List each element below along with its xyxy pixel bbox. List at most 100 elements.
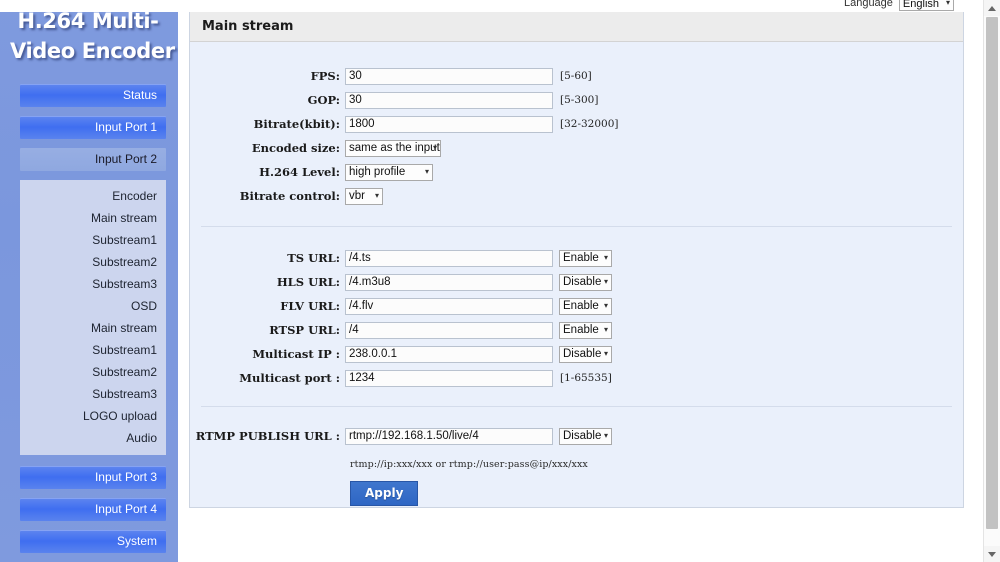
ts-url-label: TS URL: xyxy=(287,251,340,265)
sidebar-item-system[interactable]: System xyxy=(20,530,166,553)
chevron-down-icon: ▾ xyxy=(603,431,608,440)
ts-url-state-select[interactable]: Enable ▾ xyxy=(559,249,612,267)
sidebar-subitem-substream3-b[interactable]: Substream3 xyxy=(20,383,166,405)
flv-url-state-select[interactable]: Enable ▾ xyxy=(559,297,612,315)
rtmp-format-note: rtmp://ip:xxx/xxx or rtmp://user:pass@ip… xyxy=(350,459,588,470)
sidebar-subitem-audio[interactable]: Audio xyxy=(20,427,166,449)
sidebar-subitem-main-stream-2[interactable]: Main stream xyxy=(20,317,166,339)
gop-input[interactable] xyxy=(345,91,553,109)
multicast-port-row: Multicast port : [1-65535] xyxy=(190,366,963,390)
fps-row: FPS: [5-60] xyxy=(190,64,963,88)
chevron-down-icon: ▾ xyxy=(603,349,608,358)
sidebar-item-input-port-4[interactable]: Input Port 4 xyxy=(20,498,166,521)
rtmp-state-value: Disable xyxy=(563,429,602,442)
h264-level-value: high profile xyxy=(349,165,406,178)
multicast-port-label: Multicast port : xyxy=(239,371,340,385)
sidebar-item-input-port-1[interactable]: Input Port 1 xyxy=(20,116,166,139)
bitrate-label: Bitrate(kbit): xyxy=(253,117,340,131)
sidebar-item-input-port-2[interactable]: Input Port 2 xyxy=(20,148,166,171)
page-scrollbar[interactable] xyxy=(983,0,1000,562)
bitrate-range-hint: [32-32000] xyxy=(560,118,619,130)
bitrate-control-label: Bitrate control: xyxy=(239,189,340,203)
arrow-up-icon xyxy=(988,5,996,11)
rtmp-url-row: RTMP PUBLISH URL : Disable ▾ xyxy=(190,424,963,448)
panel-header: Main stream xyxy=(190,11,963,42)
panel-body: FPS: [5-60] GOP: [5-300] Bitrate(kbit): … xyxy=(190,42,963,516)
language-bar: Language English ▾ xyxy=(0,0,976,12)
encoding-settings-group: FPS: [5-60] GOP: [5-300] Bitrate(kbit): … xyxy=(190,42,963,226)
rtmp-state-select[interactable]: Disable ▾ xyxy=(559,427,612,445)
language-select-value: English xyxy=(902,0,939,10)
bitrate-control-row: Bitrate control: vbr ▾ xyxy=(190,184,963,208)
fps-label: FPS: xyxy=(310,69,340,83)
sidebar-subitem-substream1-a[interactable]: Substream1 xyxy=(20,229,166,251)
gop-row: GOP: [5-300] xyxy=(190,88,963,112)
multicast-ip-state-select[interactable]: Disable ▾ xyxy=(559,345,612,363)
encoded-size-label: Encoded size: xyxy=(251,141,340,155)
multicast-ip-input[interactable] xyxy=(345,345,553,363)
brand-line-2: Video Encoder xyxy=(10,39,175,63)
ts-url-row: TS URL: Enable ▾ xyxy=(190,246,963,270)
multicast-ip-state-value: Disable xyxy=(563,347,602,360)
language-select[interactable]: English ▾ xyxy=(898,0,954,11)
sidebar-subitem-osd[interactable]: OSD xyxy=(20,295,166,317)
chevron-down-icon: ▾ xyxy=(945,0,950,7)
sidebar-subitem-substream3-a[interactable]: Substream3 xyxy=(20,273,166,295)
sidebar-subitem-substream1-b[interactable]: Substream1 xyxy=(20,339,166,361)
stream-urls-group: TS URL: Enable ▾ HLS URL: Disable ▾ xyxy=(190,227,963,406)
apply-button[interactable]: Apply xyxy=(350,481,419,506)
hls-url-state-select[interactable]: Disable ▾ xyxy=(559,273,612,291)
page-title: Main stream xyxy=(202,18,294,34)
sidebar-submenu: Encoder Main stream Substream1 Substream… xyxy=(20,180,166,455)
sidebar-subitem-substream2-b[interactable]: Substream2 xyxy=(20,361,166,383)
arrow-down-icon xyxy=(988,551,996,557)
h264-level-select[interactable]: high profile ▾ xyxy=(345,163,433,181)
encoded-size-value: same as the input xyxy=(349,141,440,154)
h264-level-row: H.264 Level: high profile ▾ xyxy=(190,160,963,184)
rtmp-url-input[interactable] xyxy=(345,427,553,445)
rtsp-url-state-select[interactable]: Enable ▾ xyxy=(559,321,612,339)
bitrate-input[interactable] xyxy=(345,115,553,133)
scroll-down-button[interactable] xyxy=(984,546,1000,562)
hls-url-input[interactable] xyxy=(345,273,553,291)
chevron-down-icon: ▾ xyxy=(603,253,608,262)
ts-url-state-value: Enable xyxy=(563,251,599,264)
fps-input[interactable] xyxy=(345,67,553,85)
rtsp-url-input[interactable] xyxy=(345,321,553,339)
hls-url-state-value: Disable xyxy=(563,275,602,288)
gop-range-hint: [5-300] xyxy=(560,94,599,106)
sidebar-subitem-main-stream-1[interactable]: Main stream xyxy=(20,207,166,229)
sidebar-item-status[interactable]: Status xyxy=(20,84,166,107)
encoded-size-select[interactable]: same as the input ▾ xyxy=(345,139,441,157)
sidebar-subitem-encoder[interactable]: Encoder xyxy=(20,185,166,207)
bitrate-row: Bitrate(kbit): [32-32000] xyxy=(190,112,963,136)
sidebar-item-input-port-3[interactable]: Input Port 3 xyxy=(20,466,166,489)
hls-url-label: HLS URL: xyxy=(276,275,340,289)
chevron-down-icon: ▾ xyxy=(432,143,437,152)
scroll-up-button[interactable] xyxy=(984,0,1000,16)
sidebar-subitem-logo-upload[interactable]: LOGO upload xyxy=(20,405,166,427)
encoded-size-row: Encoded size: same as the input ▾ xyxy=(190,136,963,160)
ts-url-input[interactable] xyxy=(345,249,553,267)
flv-url-row: FLV URL: Enable ▾ xyxy=(190,294,963,318)
rtsp-url-label: RTSP URL: xyxy=(269,323,340,337)
scrollbar-thumb[interactable] xyxy=(986,17,998,529)
h264-level-label: H.264 Level: xyxy=(259,165,340,179)
chevron-down-icon: ▾ xyxy=(603,325,608,334)
hls-url-row: HLS URL: Disable ▾ xyxy=(190,270,963,294)
flv-url-input[interactable] xyxy=(345,297,553,315)
main-stream-panel: Main stream FPS: [5-60] GOP: [5-300] Bit… xyxy=(189,10,964,508)
gop-label: GOP: xyxy=(307,93,340,107)
language-label: Language xyxy=(843,0,893,9)
multicast-port-range-hint: [1-65535] xyxy=(560,372,612,384)
rtmp-url-label: RTMP PUBLISH URL : xyxy=(195,429,340,443)
multicast-ip-row: Multicast IP : Disable ▾ xyxy=(190,342,963,366)
chevron-down-icon: ▾ xyxy=(603,277,608,286)
bitrate-control-select[interactable]: vbr ▾ xyxy=(345,187,383,205)
multicast-port-input[interactable] xyxy=(345,369,553,387)
rtsp-url-state-value: Enable xyxy=(563,323,599,336)
fps-range-hint: [5-60] xyxy=(560,70,592,82)
chevron-down-icon: ▾ xyxy=(603,301,608,310)
multicast-ip-label: Multicast IP : xyxy=(252,347,340,361)
sidebar-subitem-substream2-a[interactable]: Substream2 xyxy=(20,251,166,273)
